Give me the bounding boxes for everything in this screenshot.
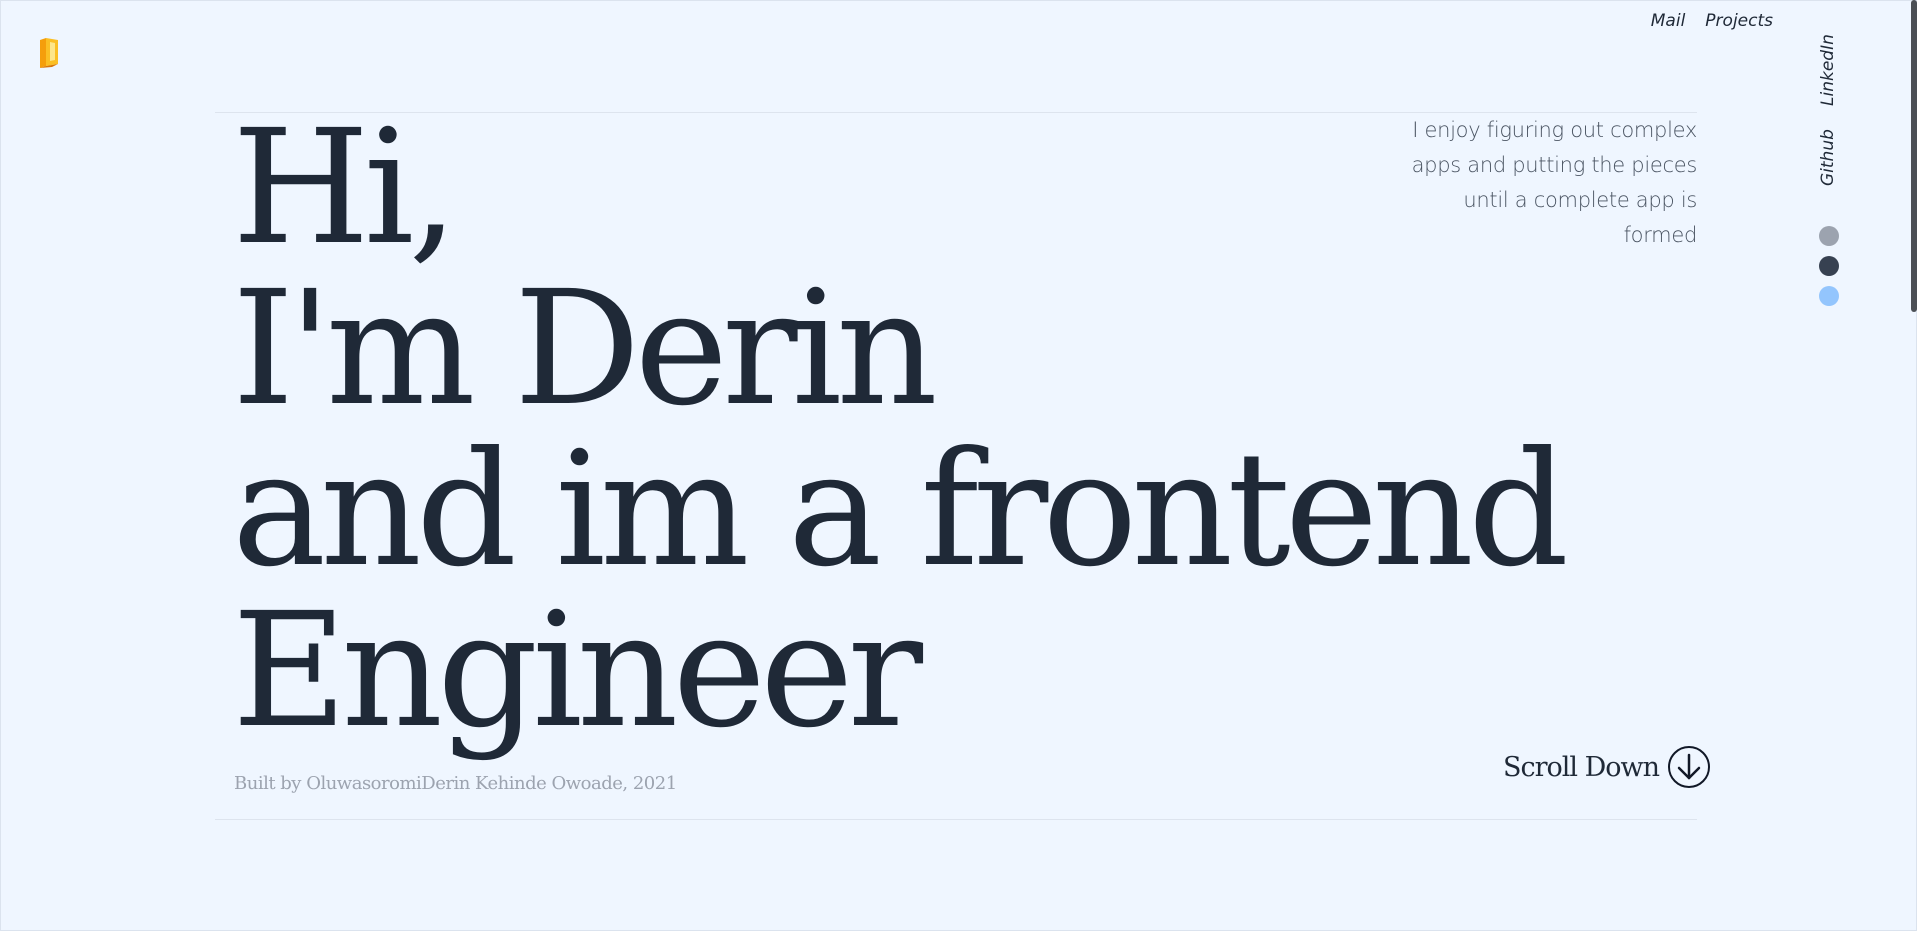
headline-line-4: Engineer [232,579,923,763]
theme-switcher [1819,226,1839,306]
golden-pillar-logo-icon [40,38,58,68]
scroll-down-button[interactable]: Scroll Down [1503,745,1711,789]
projects-link[interactable]: Projects [1705,11,1773,31]
site-credit: Built by OluwasoromiDerin Kehinde Owoade… [234,773,677,794]
site-logo[interactable] [38,34,60,70]
theme-dot-blue[interactable] [1819,286,1839,306]
hero-headline: Hi, I'm Derin and im a frontend Engineer [232,96,1569,763]
github-link[interactable]: Github [1818,129,1838,186]
scroll-down-label: Scroll Down [1503,751,1660,783]
mail-link[interactable]: Mail [1651,11,1686,31]
arrow-down-circle-icon [1667,745,1711,789]
linkedin-link[interactable]: LinkedIn [1818,34,1838,106]
headline-line-2: I'm Derin [232,257,938,441]
theme-dot-dark[interactable] [1819,256,1839,276]
headline-line-1: Hi, [232,96,459,280]
theme-dot-gray[interactable] [1819,226,1839,246]
social-links: LinkedIn Github [1810,20,1846,190]
headline-line-3: and im a frontend [232,418,1569,602]
bottom-divider [215,819,1697,820]
top-nav: Mail Projects [1651,11,1773,31]
page-scrollbar[interactable] [1911,0,1917,312]
